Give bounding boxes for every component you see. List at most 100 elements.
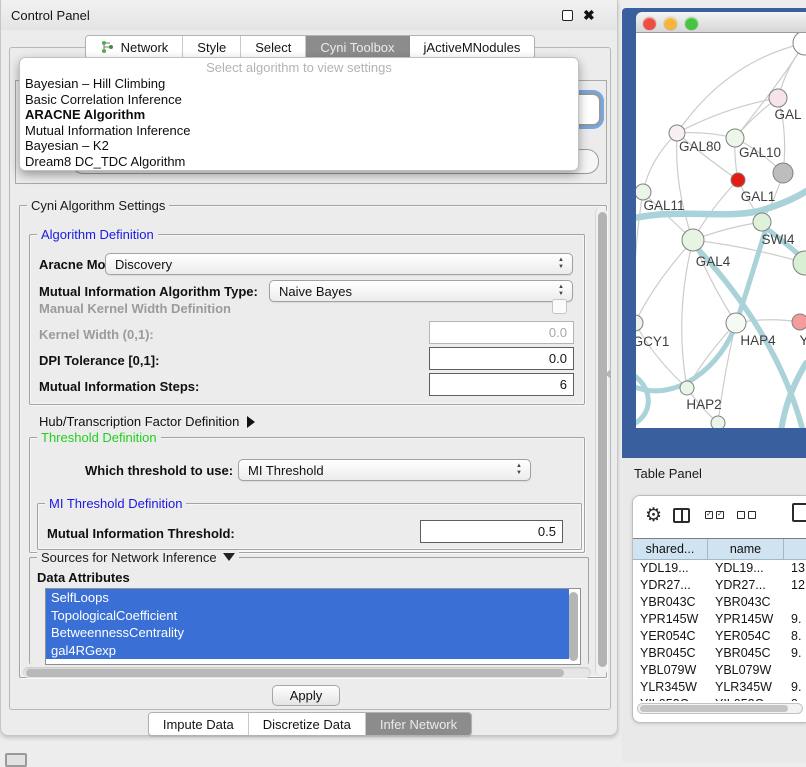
scrollbar-thumb[interactable] bbox=[26, 669, 564, 677]
column-header-3[interactable]: A bbox=[784, 539, 806, 559]
tab-select[interactable]: Select bbox=[241, 36, 306, 58]
columns-icon[interactable] bbox=[673, 508, 690, 523]
algorithm-option[interactable]: Basic Correlation Inference bbox=[20, 92, 578, 108]
settings-vertical-scrollbar[interactable] bbox=[595, 207, 607, 676]
tab-discretize-data[interactable]: Discretize Data bbox=[249, 713, 366, 735]
table-row[interactable]: YBR045CYBR045C9. bbox=[633, 645, 806, 662]
node-bottom[interactable] bbox=[711, 416, 725, 428]
data-attribute-item[interactable]: gal4RGexp bbox=[46, 642, 569, 660]
table-row[interactable]: YIL052CYIL052C9 bbox=[633, 696, 806, 701]
node-top[interactable] bbox=[793, 33, 806, 55]
network-edge[interactable] bbox=[643, 133, 677, 192]
node-hap4-label: HAP4 bbox=[740, 333, 776, 348]
table-row[interactable]: YDR27...YDR27...12 bbox=[633, 577, 806, 594]
node-gal4[interactable] bbox=[682, 229, 704, 251]
hub-definition-expander[interactable]: Hub/Transcription Factor Definition bbox=[39, 414, 255, 429]
mi-steps-input[interactable]: 6 bbox=[429, 373, 574, 396]
algorithm-option[interactable]: Bayesian – Hill Climbing bbox=[20, 76, 578, 92]
table-row[interactable]: YPR145WYPR145W9. bbox=[633, 611, 806, 628]
table-row[interactable]: YLR345WYLR345W9. bbox=[633, 679, 806, 696]
tab-label: Impute Data bbox=[163, 717, 234, 732]
tab-label: Network bbox=[121, 40, 169, 55]
tab-infer-network[interactable]: Infer Network bbox=[366, 713, 471, 735]
data-attribute-item[interactable]: BetweennessCentrality bbox=[46, 624, 569, 642]
algorithm-option[interactable]: Bayesian – K2 bbox=[20, 138, 578, 154]
algorithm-option[interactable]: ARACNE Algorithm bbox=[20, 107, 578, 123]
tab-cyni-toolbox[interactable]: Cyni Toolbox bbox=[306, 36, 409, 58]
kernel-width-value: 0.0 bbox=[549, 325, 567, 340]
dpi-tolerance-input[interactable]: 0.0 bbox=[429, 347, 574, 370]
algorithm-option[interactable]: Dream8 DC_TDC Algorithm bbox=[20, 154, 578, 170]
table-horizontal-scrollbar[interactable] bbox=[637, 703, 803, 714]
table-row[interactable]: YBL079WYBL079W bbox=[633, 662, 806, 679]
table-panel-title: Table Panel bbox=[634, 466, 702, 481]
float-window-icon[interactable] bbox=[562, 10, 573, 21]
data-attribute-item[interactable]: SelfLoops bbox=[46, 589, 569, 607]
tab-impute-data[interactable]: Impute Data bbox=[149, 713, 249, 735]
network-edge[interactable] bbox=[682, 240, 693, 388]
data-attribute-item[interactable]: TopologicalCoefficient bbox=[46, 607, 569, 625]
algorithm-option[interactable]: Mutual Information Inference bbox=[20, 123, 578, 139]
network-edge-thick[interactable] bbox=[636, 373, 648, 425]
dpi-tolerance-value: 0.0 bbox=[549, 351, 567, 366]
mac-minimize-button[interactable] bbox=[664, 17, 677, 30]
node-gal-label: GAL bbox=[774, 107, 802, 122]
sources-group-title[interactable]: Sources for Network Inference bbox=[37, 550, 239, 565]
list-scrollbar[interactable] bbox=[569, 592, 578, 661]
control-panel-tabbar: Network StyleSelectCyni ToolboxjActiveMNo… bbox=[1, 35, 619, 59]
apply-button[interactable]: Apply bbox=[272, 685, 340, 706]
tab-style[interactable]: Style bbox=[183, 36, 241, 58]
node-gray[interactable] bbox=[773, 163, 793, 183]
table-cell: YBL079W bbox=[633, 662, 708, 679]
network-canvas[interactable]: GALGAL80GAL10GAL11GAL1SWI4GAL4GCY1HAP4YH… bbox=[636, 33, 806, 428]
close-icon[interactable]: ✖ bbox=[583, 7, 595, 24]
column-header-2[interactable]: name bbox=[708, 539, 784, 559]
network-edge[interactable] bbox=[636, 192, 643, 323]
which-threshold-combo[interactable]: MI Threshold ▲▼ bbox=[238, 459, 531, 481]
table-row[interactable]: YBR043CYBR043C bbox=[633, 594, 806, 611]
mi-threshold-input[interactable]: 0.5 bbox=[420, 520, 563, 543]
data-attributes-list[interactable]: SelfLoopsTopologicalCoefficientBetweenne… bbox=[45, 588, 581, 665]
minimized-panel-icon[interactable] bbox=[5, 753, 27, 767]
gear-icon[interactable]: ⚙ bbox=[645, 504, 662, 527]
sources-title-text: Sources for Network Inference bbox=[41, 550, 217, 565]
table-row[interactable]: YER054CYER054C8. bbox=[633, 628, 806, 645]
new-table-icon[interactable] bbox=[792, 503, 806, 522]
settings-horizontal-scrollbar[interactable] bbox=[23, 667, 591, 678]
uncheck-all-icon[interactable] bbox=[737, 511, 745, 519]
table-row[interactable]: YDL19...YDL19...13 bbox=[633, 560, 806, 577]
scrollbar-thumb[interactable] bbox=[598, 212, 607, 667]
manual-kernel-width-checkbox[interactable] bbox=[552, 299, 567, 314]
which-threshold-label: Which threshold to use: bbox=[85, 463, 233, 478]
mi-steps-label: Mutual Information Steps: bbox=[39, 379, 199, 394]
check-all-icon[interactable]: ✓ bbox=[705, 511, 713, 519]
aracne-mode-combo[interactable]: Discovery ▲▼ bbox=[105, 253, 573, 275]
tab-jactivemnodules[interactable]: jActiveMNodules bbox=[410, 36, 535, 58]
control-panel-titlebar: Control Panel ✖ bbox=[1, 0, 617, 30]
node-gcy1[interactable] bbox=[636, 315, 643, 331]
node-hap2[interactable] bbox=[680, 381, 694, 395]
panel-splitter-icon[interactable] bbox=[605, 369, 611, 379]
node-gal[interactable] bbox=[769, 89, 787, 107]
table-cell: YER054C bbox=[633, 628, 708, 645]
node-hap4[interactable] bbox=[726, 313, 746, 333]
table-cell: YDR27... bbox=[633, 577, 708, 594]
mi-steps-value: 6 bbox=[560, 377, 567, 392]
mac-close-button[interactable] bbox=[643, 17, 656, 30]
scrollbar-thumb[interactable] bbox=[640, 705, 788, 712]
mac-zoom-button[interactable] bbox=[685, 17, 698, 30]
tab-network[interactable]: Network bbox=[86, 36, 184, 58]
network-edge[interactable] bbox=[735, 43, 805, 138]
node-red[interactable] bbox=[731, 173, 745, 187]
kernel-width-input[interactable]: 0.0 bbox=[429, 321, 574, 344]
network-edge[interactable] bbox=[636, 323, 687, 388]
node-y[interactable] bbox=[792, 314, 806, 330]
network-graph[interactable]: GALGAL80GAL10GAL11GAL1SWI4GAL4GCY1HAP4YH… bbox=[636, 33, 806, 428]
column-header-1[interactable]: shared... bbox=[633, 539, 708, 559]
node-gal4-label: GAL4 bbox=[696, 254, 731, 269]
check-all-icon[interactable]: ✓ bbox=[716, 511, 724, 519]
node-gal1[interactable] bbox=[753, 213, 771, 231]
table-cell: YIL052C bbox=[708, 696, 784, 701]
uncheck-all-icon[interactable] bbox=[748, 511, 756, 519]
mi-algorithm-type-combo[interactable]: Naive Bayes ▲▼ bbox=[269, 280, 573, 302]
